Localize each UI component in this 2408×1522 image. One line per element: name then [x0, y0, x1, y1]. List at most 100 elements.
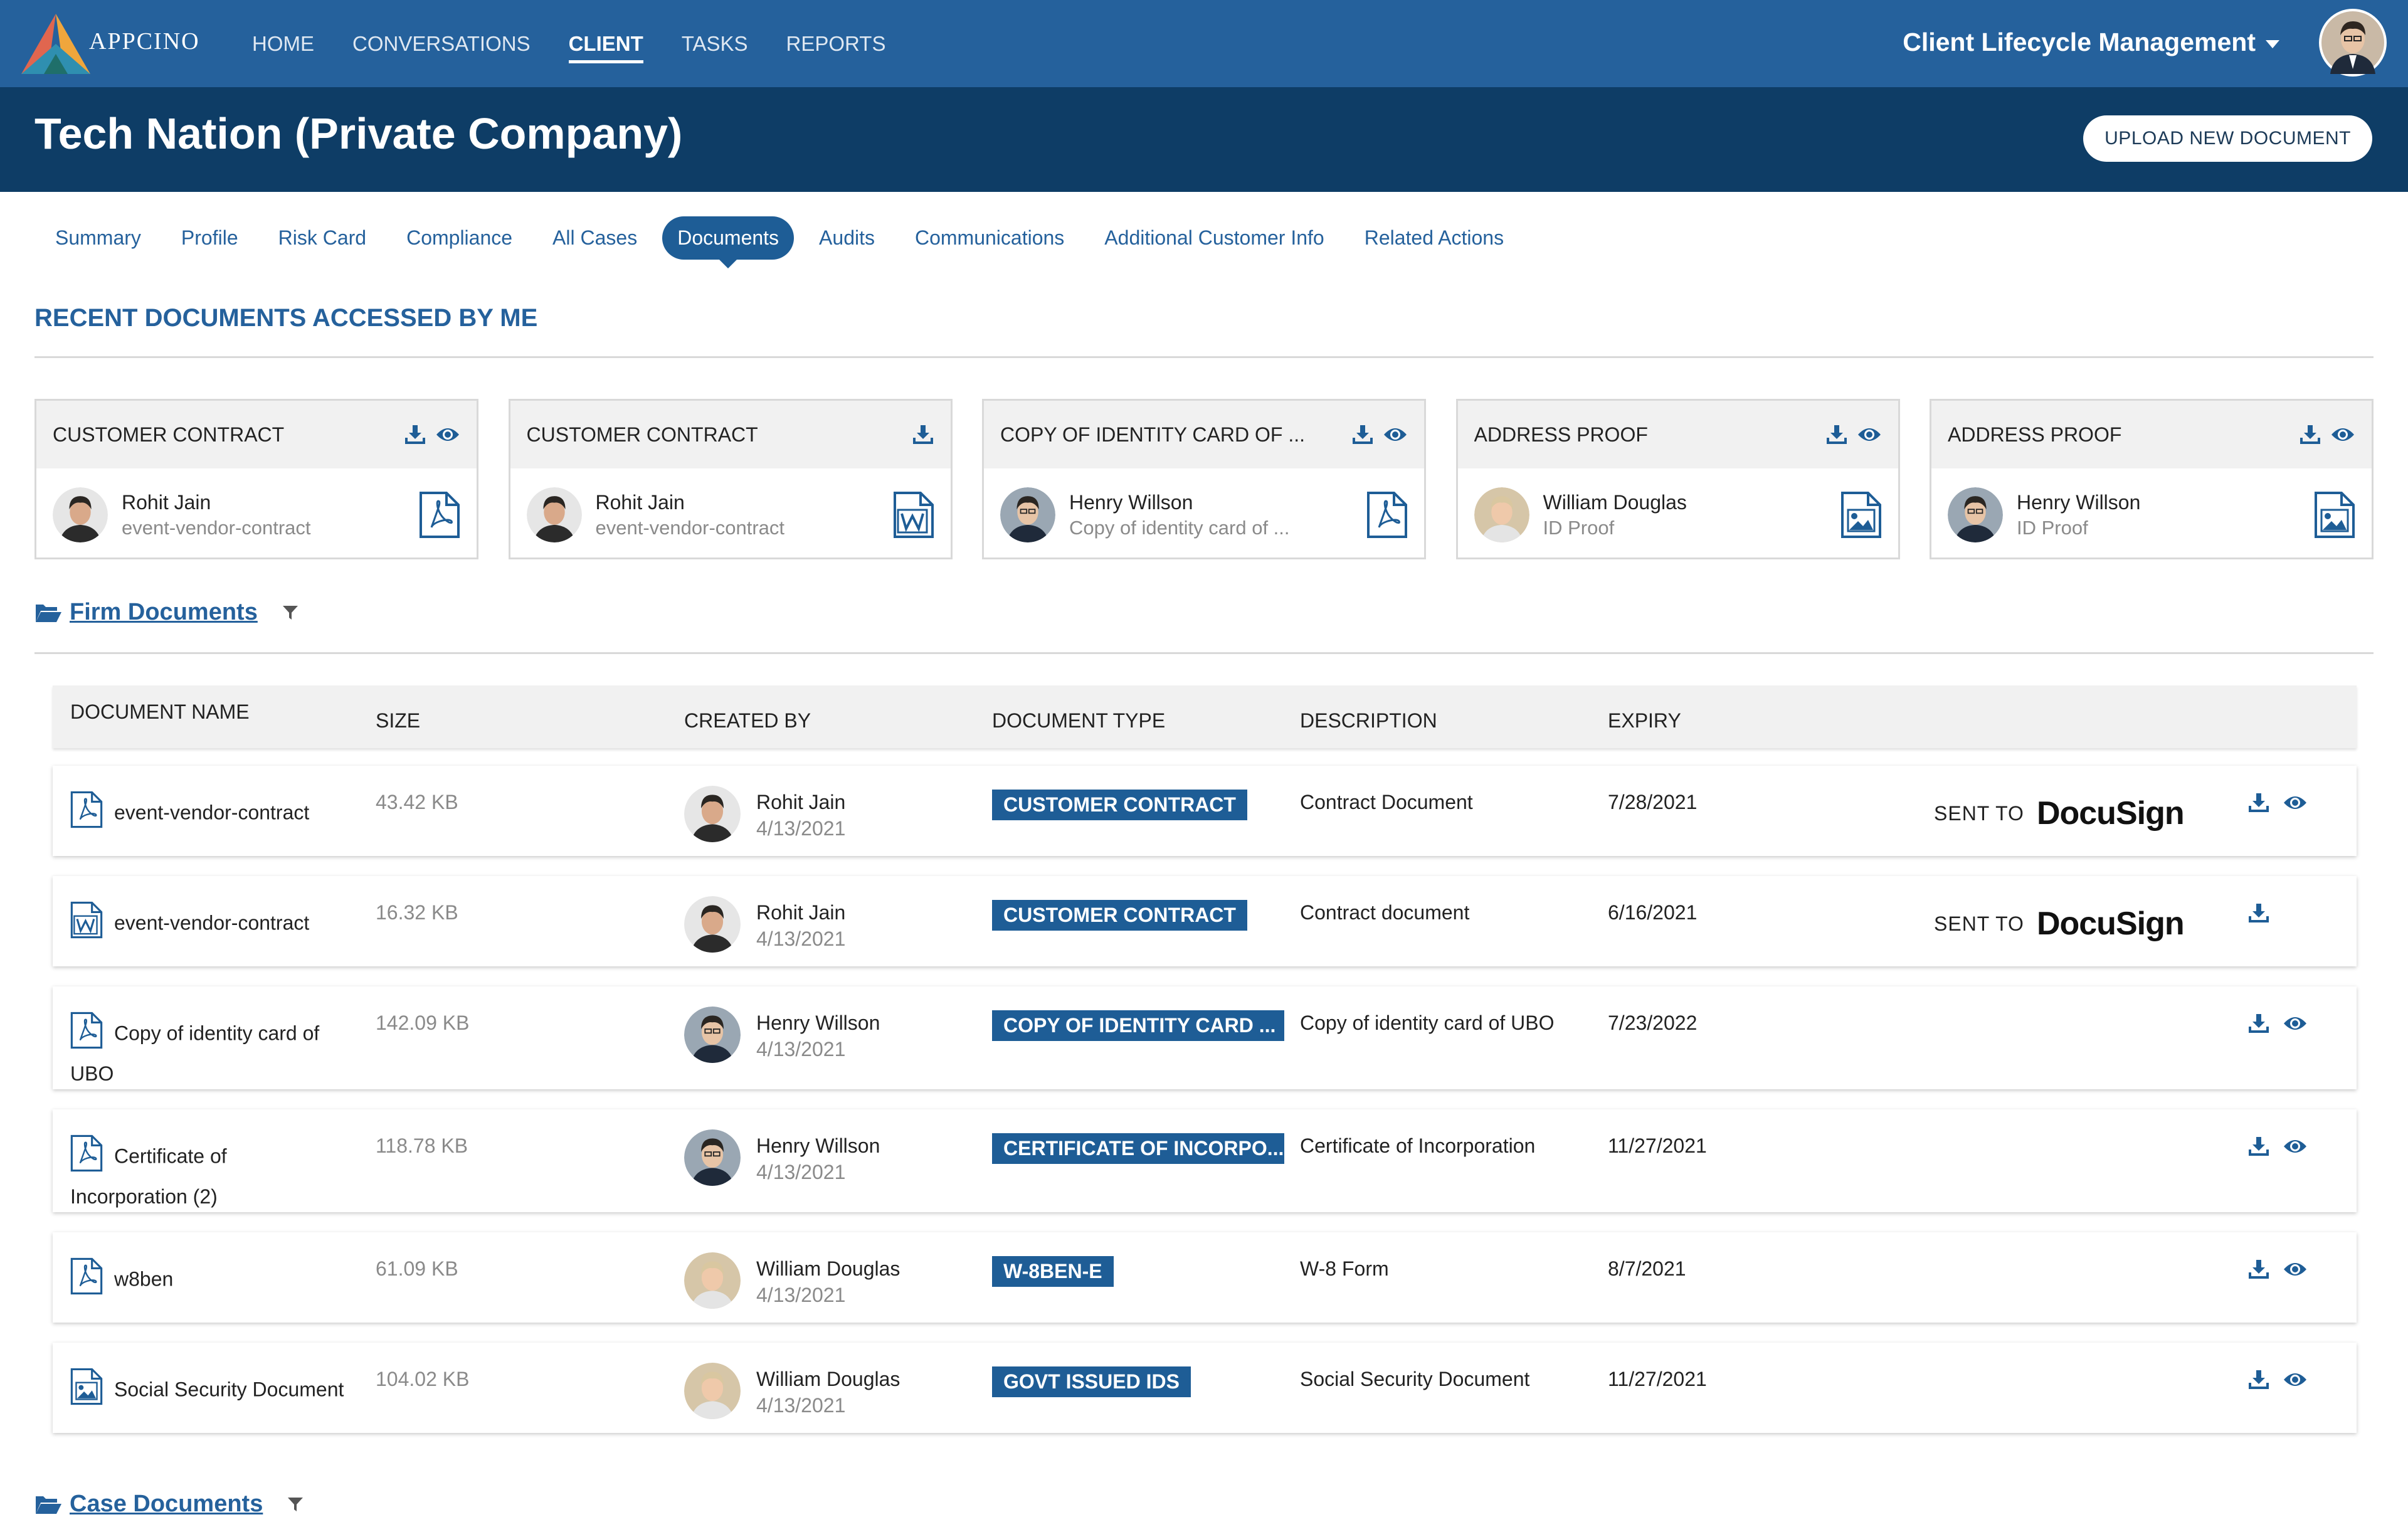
download-icon[interactable] — [1825, 424, 1848, 445]
card-title: CUSTOMER CONTRACT — [526, 423, 758, 446]
eye-icon[interactable] — [1857, 426, 1882, 443]
table-row[interactable]: event-vendor-contract 43.42 KB Rohit Jain 4… — [53, 766, 2357, 856]
size-cell: 142.09 KB — [376, 1012, 470, 1034]
upload-new-document-button[interactable]: UPLOAD NEW DOCUMENT — [2083, 115, 2372, 162]
table-row[interactable]: Copy of identity card of UBO 142.09 KB Henr… — [53, 986, 2357, 1089]
document-name-cell[interactable]: Social Security Document — [70, 1368, 365, 1414]
tab-compliance[interactable]: Compliance — [391, 216, 527, 260]
eye-icon[interactable] — [2283, 1138, 2308, 1155]
tab-risk-card[interactable]: Risk Card — [263, 216, 381, 260]
nav-client[interactable]: CLIENT — [568, 32, 643, 63]
nav-tasks[interactable]: TASKS — [682, 32, 748, 56]
pdf-file-icon — [1367, 492, 1407, 538]
avatar — [684, 896, 741, 953]
avatar — [1000, 487, 1055, 542]
filter-icon[interactable] — [287, 1496, 304, 1513]
tab-summary[interactable]: Summary — [40, 216, 156, 260]
recent-document-card[interactable]: ADDRESS PROOF Henry Willson ID Proof — [1930, 399, 2374, 559]
download-icon[interactable] — [2247, 1259, 2270, 1280]
nav-conversations[interactable]: CONVERSATIONS — [352, 32, 531, 56]
document-type-cell: W-8BEN-E — [992, 1256, 1114, 1292]
card-actions — [1351, 424, 1408, 445]
table-row[interactable]: Certificate of Incorporation (2) 118.78 KB… — [53, 1109, 2357, 1212]
document-name-cell[interactable]: event-vendor-contract — [70, 791, 365, 837]
column-header-description[interactable]: DESCRIPTION — [1300, 709, 1437, 732]
column-header-created-by[interactable]: CREATED BY — [684, 709, 811, 732]
case-documents-link[interactable]: Case Documents — [70, 1491, 263, 1518]
description-cell: Copy of identity card of UBO — [1300, 1012, 1555, 1034]
recent-document-card[interactable]: CUSTOMER CONTRACT Rohit Jain event-vendor-… — [34, 399, 478, 559]
download-icon[interactable] — [912, 424, 934, 445]
eye-icon[interactable] — [1383, 426, 1408, 443]
document-name-cell[interactable]: Copy of identity card of UBO — [70, 1012, 365, 1089]
card-file-icon-wrapper — [893, 491, 934, 539]
tab-communications[interactable]: Communications — [900, 216, 1079, 260]
nav-home[interactable]: HOME — [252, 32, 314, 56]
recent-document-card[interactable]: ADDRESS PROOF William Douglas ID Proof — [1455, 399, 1900, 559]
nav-reports[interactable]: REPORTS — [786, 32, 886, 56]
column-header-document-name[interactable]: DOCUMENT NAME — [70, 700, 250, 724]
card-person-name: Rohit Jain — [595, 490, 685, 514]
table-row[interactable]: w8ben 61.09 KB William Douglas 4/13/2021 W-8… — [53, 1232, 2357, 1323]
creator-name: Henry Willson — [756, 1134, 880, 1157]
divider — [34, 652, 2374, 654]
size-cell: 43.42 KB — [376, 791, 458, 813]
download-icon[interactable] — [2247, 1369, 2270, 1390]
table-row[interactable]: event-vendor-contract 16.32 KB Rohit Jain 4… — [53, 876, 2357, 966]
app-switcher-dropdown[interactable]: Client Lifecycle Management — [1903, 28, 2279, 57]
document-name-cell[interactable]: Certificate of Incorporation (2) — [70, 1134, 365, 1212]
creator-avatar — [684, 896, 747, 958]
download-icon[interactable] — [1351, 424, 1374, 445]
tab-additional-customer-info[interactable]: Additional Customer Info — [1089, 216, 1339, 260]
filter-icon[interactable] — [282, 604, 299, 621]
eye-icon[interactable] — [2283, 1260, 2308, 1278]
docusign-logo: DocuSign — [2036, 906, 2185, 942]
recent-document-card[interactable]: COPY OF IDENTITY CARD OF ... Henry Willso… — [982, 399, 1426, 559]
tab-related-actions[interactable]: Related Actions — [1349, 216, 1519, 260]
card-texts: Henry Willson Copy of identity card of ..… — [1069, 491, 1366, 539]
column-header-size[interactable]: SIZE — [376, 709, 420, 732]
avatar — [684, 1129, 741, 1186]
download-icon[interactable] — [2247, 1013, 2270, 1034]
tab-all-cases[interactable]: All Cases — [537, 216, 652, 260]
document-type-cell: CERTIFICATE OF INCORPO... — [992, 1133, 1284, 1169]
document-name-cell[interactable]: w8ben — [70, 1257, 365, 1304]
card-title: CUSTOMER CONTRACT — [53, 423, 285, 446]
document-name-cell[interactable]: event-vendor-contract — [70, 901, 365, 948]
column-header-expiry[interactable]: EXPIRY — [1608, 709, 1681, 732]
firm-documents-link[interactable]: Firm Documents — [70, 599, 258, 626]
card-actions — [404, 424, 460, 445]
top-navbar: APPCINO HOME CONVERSATIONS CLIENT TASKS … — [0, 0, 2408, 87]
eye-icon[interactable] — [435, 426, 460, 443]
created-date: 4/13/2021 — [756, 927, 846, 950]
eye-icon[interactable] — [2283, 1371, 2308, 1388]
download-icon[interactable] — [2247, 1136, 2270, 1157]
card-header: CUSTOMER CONTRACT — [510, 401, 951, 468]
sent-to-label: SENT TO — [1934, 912, 2024, 935]
recent-document-card[interactable]: CUSTOMER CONTRACT Rohit Jain event-vendor-… — [508, 399, 953, 559]
download-icon[interactable] — [2247, 902, 2270, 924]
column-header-document-type[interactable]: DOCUMENT TYPE — [992, 709, 1165, 732]
row-actions — [2247, 1369, 2308, 1390]
description-cell: W-8 Form — [1300, 1257, 1389, 1280]
size-cell: 61.09 KB — [376, 1257, 458, 1280]
created-date: 4/13/2021 — [756, 817, 846, 840]
download-icon[interactable] — [2247, 792, 2270, 813]
expiry-cell: 7/23/2022 — [1608, 1012, 1698, 1034]
tab-profile[interactable]: Profile — [166, 216, 253, 260]
table-row[interactable]: Social Security Document 104.02 KB William… — [53, 1343, 2357, 1433]
appcino-logo[interactable] — [19, 13, 93, 75]
tab-documents[interactable]: Documents — [662, 216, 795, 268]
download-icon[interactable] — [2299, 424, 2321, 445]
download-icon[interactable] — [404, 424, 426, 445]
document-type-badge: CERTIFICATE OF INCORPO... — [992, 1133, 1284, 1164]
eye-icon[interactable] — [2283, 794, 2308, 811]
card-person-name: Henry Willson — [2017, 490, 2141, 514]
eye-icon[interactable] — [2283, 1015, 2308, 1032]
card-title: ADDRESS PROOF — [1474, 423, 1648, 446]
eye-icon[interactable] — [2330, 426, 2355, 443]
image-file-icon — [1840, 492, 1881, 538]
user-avatar[interactable] — [2319, 9, 2387, 77]
card-person-name: William Douglas — [1543, 490, 1687, 514]
tab-audits[interactable]: Audits — [804, 216, 890, 260]
